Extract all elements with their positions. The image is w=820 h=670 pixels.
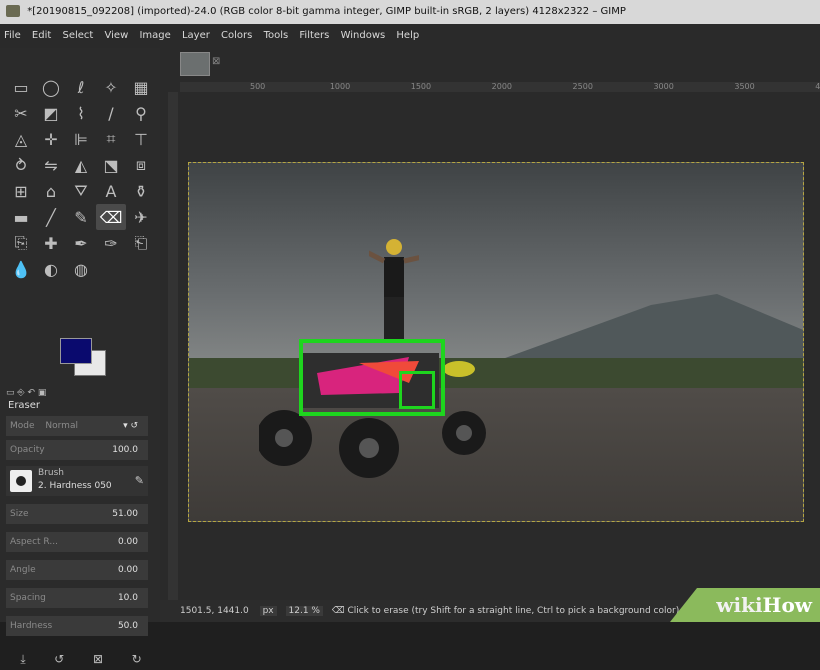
tool-options-title: Eraser <box>8 400 41 411</box>
rect-select-icon[interactable]: ▭ <box>6 74 36 100</box>
flip-icon[interactable]: ⇋ <box>36 152 66 178</box>
hardness-slider[interactable]: Hardness 50.0 <box>6 616 148 636</box>
dodge-burn-icon[interactable]: ◐ <box>36 256 66 282</box>
unified-transform-2-icon[interactable]: ⧈ <box>126 152 156 178</box>
mode-select[interactable]: Mode Normal ▾ ↺ <box>6 416 148 436</box>
opacity-slider[interactable]: Opacity 100.0 <box>6 440 148 460</box>
pencil-icon[interactable]: ✎ <box>66 204 96 230</box>
size-slider[interactable]: Size 51.00 <box>6 504 148 524</box>
menu-help[interactable]: Help <box>392 24 423 48</box>
toolbox-panel: ▭ ◯ ℓ ✧ ▦ ✂ ◩ ⌇ / ⚲ ◬ ✛ ⊫ ⌗ ⊤ ⥁ ⇋ ◭ ⬔ ⧈ … <box>0 48 160 666</box>
ink-icon[interactable]: ✒ <box>66 230 96 256</box>
eraser-status-icon: ⌫ <box>331 606 345 616</box>
undo-history-tab-icon[interactable]: ↶ <box>27 388 35 398</box>
save-options-icon[interactable]: ⤓ <box>20 652 25 670</box>
menu-bar: File Edit Select View Image Layer Colors… <box>0 24 820 48</box>
unit-select[interactable]: px <box>259 606 277 616</box>
handle-transform-icon[interactable]: ⊞ <box>6 178 36 204</box>
heal-icon[interactable]: ✚ <box>36 230 66 256</box>
smudge-icon[interactable]: 💧 <box>6 256 36 282</box>
menu-colors[interactable]: Colors <box>217 24 256 48</box>
edit-brush-icon[interactable]: ✎ <box>135 474 144 487</box>
mypaint-brush-icon[interactable]: ✑ <box>96 230 126 256</box>
options-footer: ⤓ ↺ ⊠ ↻ <box>6 652 156 670</box>
highlight-box-small <box>399 371 435 409</box>
clone-icon[interactable]: ⎘ <box>6 230 36 256</box>
tool-options-tab-icon[interactable]: ▭ <box>6 388 15 398</box>
vertical-ruler <box>168 92 178 612</box>
image-window: ⊠ 500 1000 1500 2000 2500 3000 3500 4000 <box>160 48 820 622</box>
chevron-down-icon: ▾ ↺ <box>123 421 138 431</box>
fuzzy-select-icon[interactable]: ✧ <box>96 74 126 100</box>
gradient-icon[interactable]: ▬ <box>6 204 36 230</box>
angle-slider[interactable]: Angle 0.00 <box>6 560 148 580</box>
close-tab-icon[interactable]: ⊠ <box>212 56 220 67</box>
cage-transform-icon[interactable]: ◭ <box>66 152 96 178</box>
zoom-icon[interactable]: ⚲ <box>126 100 156 126</box>
person-figure <box>369 239 419 343</box>
tool-grid: ▭ ◯ ℓ ✧ ▦ ✂ ◩ ⌇ / ⚲ ◬ ✛ ⊫ ⌗ ⊤ ⥁ ⇋ ◭ ⬔ ⧈ … <box>6 74 156 282</box>
by-color-select-icon[interactable]: ▦ <box>126 74 156 100</box>
image-tab-thumbnail[interactable] <box>180 52 210 76</box>
unified-transform-icon[interactable]: ⊤ <box>126 126 156 152</box>
fill-icon[interactable]: ⚱ <box>126 178 156 204</box>
device-status-tab-icon[interactable]: ⎆ <box>17 388 24 398</box>
bucket-fill-icon[interactable]: ⛛ <box>66 178 96 204</box>
menu-tools[interactable]: Tools <box>260 24 293 48</box>
brush-selector[interactable]: Brush 2. Hardness 050 ✎ <box>6 466 148 496</box>
crop-icon[interactable]: ⌗ <box>96 126 126 152</box>
eraser-icon[interactable]: ⌫ <box>96 204 126 230</box>
foreground-select-icon[interactable]: ◩ <box>36 100 66 126</box>
window-title: *[20190815_092208] (imported)-24.0 (RGB … <box>27 6 626 17</box>
menu-filters[interactable]: Filters <box>295 24 333 48</box>
zoom-select[interactable]: 12.1 % <box>285 606 323 616</box>
menu-view[interactable]: View <box>101 24 133 48</box>
delete-options-icon[interactable]: ⊠ <box>93 652 103 670</box>
restore-options-icon[interactable]: ↺ <box>54 652 64 670</box>
paths-icon[interactable]: ⌇ <box>66 100 96 126</box>
menu-select[interactable]: Select <box>58 24 97 48</box>
horizontal-ruler: 500 1000 1500 2000 2500 3000 3500 4000 <box>180 82 820 92</box>
align-icon[interactable]: ⊫ <box>66 126 96 152</box>
paintbrush-icon[interactable]: ╱ <box>36 204 66 230</box>
status-message: Click to erase (try Shift for a straight… <box>347 606 680 616</box>
image-canvas[interactable] <box>188 162 804 522</box>
perspective-icon[interactable]: ⬔ <box>96 152 126 178</box>
scissors-select-icon[interactable]: ✂ <box>6 100 36 126</box>
spacing-slider[interactable]: Spacing 10.0 <box>6 588 148 608</box>
ellipse-select-icon[interactable]: ◯ <box>36 74 66 100</box>
reset-options-icon[interactable]: ↻ <box>132 652 142 670</box>
measure-icon[interactable]: ◬ <box>6 126 36 152</box>
images-tab-icon[interactable]: ▣ <box>38 388 47 398</box>
color-swatches <box>60 338 110 378</box>
color-picker-icon[interactable]: / <box>96 100 126 126</box>
gimp-app-icon <box>6 5 20 17</box>
menu-windows[interactable]: Windows <box>337 24 390 48</box>
menu-file[interactable]: File <box>0 24 25 48</box>
menu-image[interactable]: Image <box>135 24 174 48</box>
text-icon[interactable]: A <box>96 178 126 204</box>
airbrush-icon[interactable]: ✈ <box>126 204 156 230</box>
perspective-clone-icon[interactable]: ⎗ <box>126 230 156 256</box>
free-select-icon[interactable]: ℓ <box>66 74 96 100</box>
foreground-color-swatch[interactable] <box>60 338 92 364</box>
blur-sharpen-icon[interactable]: ◍ <box>66 256 96 282</box>
brush-preview[interactable] <box>10 470 32 492</box>
move-icon[interactable]: ✛ <box>36 126 66 152</box>
menu-layer[interactable]: Layer <box>178 24 214 48</box>
pointer-coords: 1501.5, 1441.0 <box>180 606 249 616</box>
menu-edit[interactable]: Edit <box>28 24 55 48</box>
title-bar: *[20190815_092208] (imported)-24.0 (RGB … <box>0 0 820 24</box>
cage-icon[interactable]: ⌂ <box>36 178 66 204</box>
warp-transform-icon[interactable]: ⥁ <box>6 152 36 178</box>
aspect-ratio-slider[interactable]: Aspect R... 0.00 <box>6 532 148 552</box>
